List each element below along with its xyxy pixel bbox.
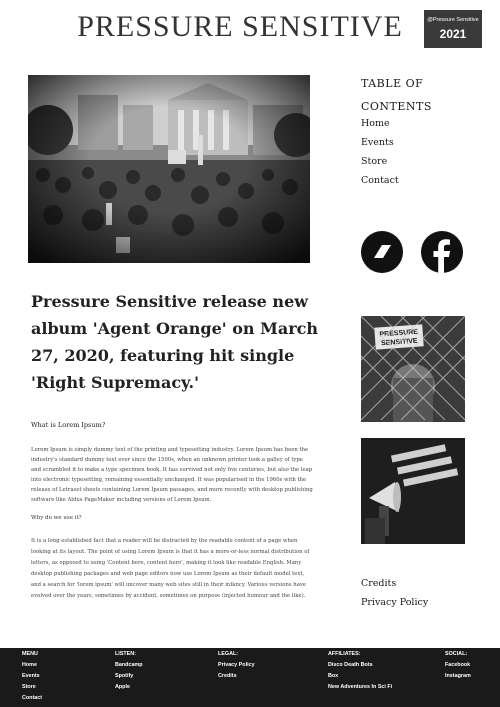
footer-social: SOCIAL: Facebook Instagram bbox=[445, 651, 471, 684]
body-paragraph-1: Lorem Ipsum is simply dummy text of the … bbox=[31, 447, 313, 503]
toc-nav: Home Events Store Contact bbox=[361, 114, 399, 190]
handle-badge[interactable]: @Pressure Sensitive 2021 bbox=[424, 10, 482, 48]
footer-legal: LEGAL: Privacy Policy Credits bbox=[218, 651, 255, 684]
footer-heading: AFFILIATES: bbox=[328, 651, 361, 657]
footer-link[interactable]: Events bbox=[22, 673, 42, 679]
footer-link[interactable]: Apple bbox=[115, 684, 143, 690]
year-text: 2021 bbox=[439, 27, 467, 41]
side-links: Credits Privacy Policy bbox=[361, 574, 428, 612]
bandcamp-icon[interactable] bbox=[361, 231, 403, 273]
footer-link[interactable]: Credits bbox=[218, 673, 255, 679]
link-privacy-policy[interactable]: Privacy Policy bbox=[361, 593, 428, 612]
toc-item-contact[interactable]: Contact bbox=[361, 171, 399, 190]
footer-affiliates: AFFILIATES: Disco Death Bots Box New Adv… bbox=[328, 651, 392, 695]
footer-link[interactable]: Bandcamp bbox=[115, 662, 143, 668]
toc-item-home[interactable]: Home bbox=[361, 114, 399, 133]
footer-link[interactable]: Privacy Policy bbox=[218, 662, 255, 668]
handle-text: @Pressure Sensitive bbox=[427, 17, 479, 23]
footer-listen: LISTEN: Bandcamp Spotify Apple bbox=[115, 651, 143, 695]
footer-link[interactable]: Home bbox=[22, 662, 42, 668]
footer: MENU Home Events Store Contact LISTEN: B… bbox=[0, 648, 500, 707]
footer-heading: LISTEN: bbox=[115, 651, 136, 657]
toc-item-store[interactable]: Store bbox=[361, 152, 399, 171]
footer-link[interactable]: Instagram bbox=[445, 673, 471, 679]
hero-photo bbox=[28, 75, 310, 263]
footer-link[interactable]: Facebook bbox=[445, 662, 471, 668]
footer-heading: LEGAL: bbox=[218, 651, 239, 657]
footer-link[interactable]: New Adventures In Sci Fi bbox=[328, 684, 392, 690]
album-image-megaphone[interactable] bbox=[361, 438, 465, 544]
footer-link[interactable]: Box bbox=[328, 673, 392, 679]
footer-link[interactable]: Store bbox=[22, 684, 42, 690]
footer-menu: MENU Home Events Store Contact bbox=[22, 651, 42, 706]
link-credits[interactable]: Credits bbox=[361, 574, 428, 593]
footer-link[interactable]: Disco Death Bots bbox=[328, 662, 392, 668]
body-paragraph-2: It is a long established fact that a rea… bbox=[31, 538, 310, 599]
footer-heading: MENU bbox=[22, 651, 38, 657]
site-title: PRESSURE SENSITIVE bbox=[77, 10, 403, 43]
toc-title: TABLE OF CONTENTS bbox=[361, 77, 432, 113]
toc-item-events[interactable]: Events bbox=[361, 133, 399, 152]
album-image-fence[interactable]: PRESSURE SENSITIVE bbox=[361, 316, 465, 422]
question-why: Why do we use it? bbox=[31, 515, 82, 521]
footer-link[interactable]: Contact bbox=[22, 695, 42, 701]
footer-link[interactable]: Spotify bbox=[115, 673, 143, 679]
facebook-icon[interactable] bbox=[421, 231, 463, 273]
footer-heading: SOCIAL: bbox=[445, 651, 468, 657]
protest-crowd-image bbox=[28, 75, 310, 263]
article-headline: Pressure Sensitive release new album 'Ag… bbox=[31, 292, 318, 392]
question-lorem: What is Lorem Ipsum? bbox=[31, 421, 106, 429]
